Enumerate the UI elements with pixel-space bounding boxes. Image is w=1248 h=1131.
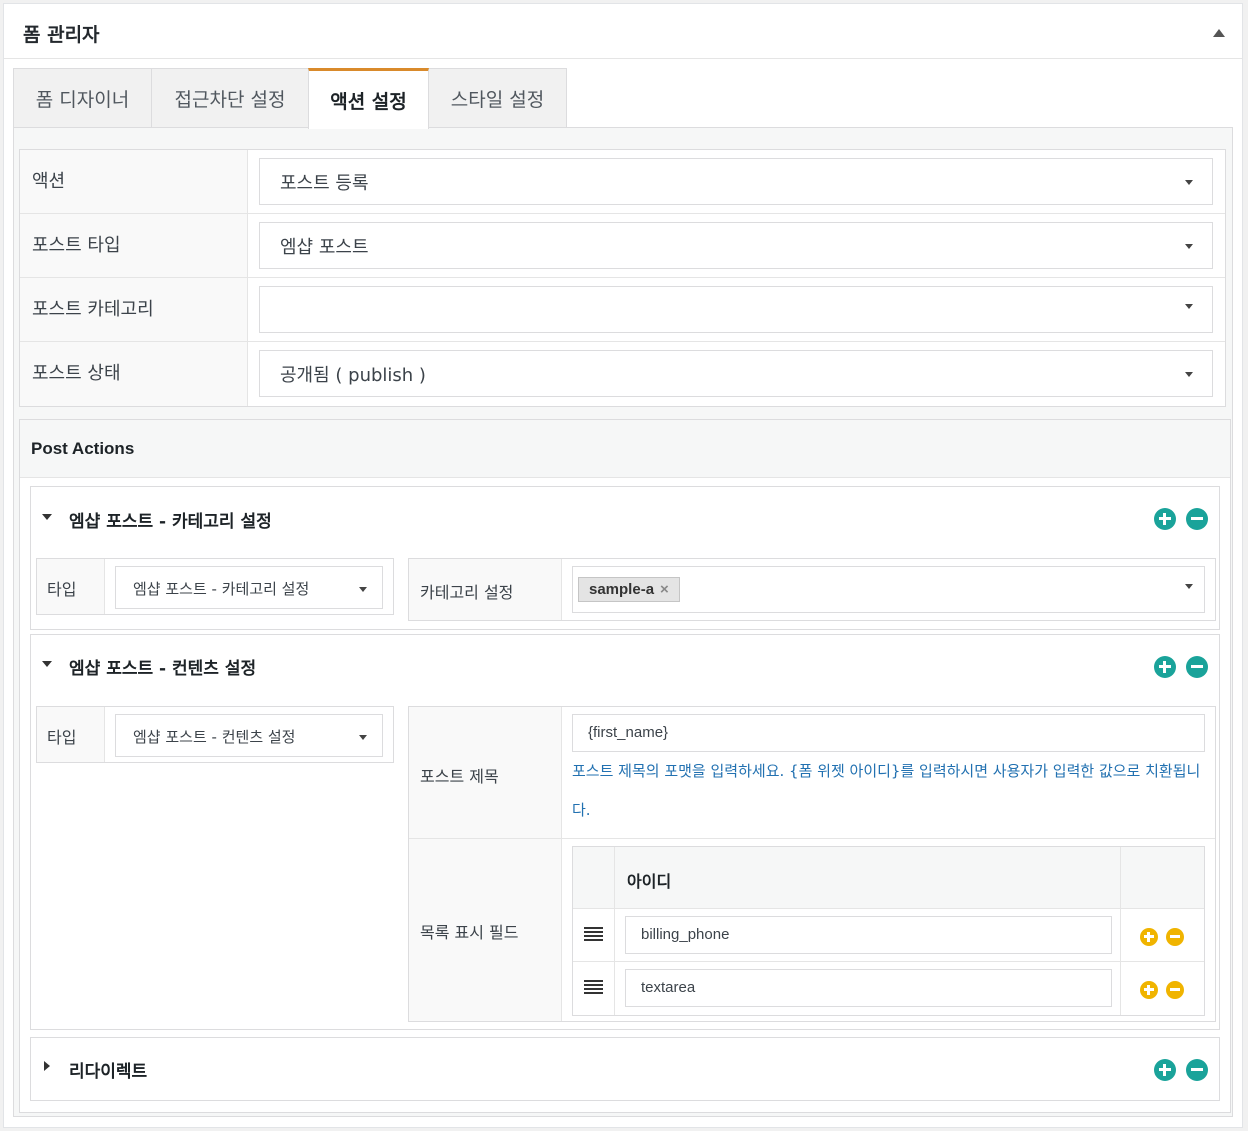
collapse-up-icon[interactable] <box>1213 29 1225 37</box>
post-title-hint: 포스트 제목의 포맷을 입력하세요. {폼 위젯 아이디}를 입력하시면 사용자… <box>572 762 1201 819</box>
dropdown-caret-icon <box>1185 584 1193 589</box>
add-circle-icon[interactable] <box>1154 508 1176 530</box>
settings-row-action: 액션 포스트 등록 <box>20 150 1225 214</box>
add-circle-icon[interactable] <box>1140 928 1158 946</box>
type-label: 타입 <box>37 707 105 762</box>
category-multiselect[interactable]: sample-a × <box>572 566 1205 613</box>
post-title-label: 포스트 제목 <box>409 707 562 838</box>
tag-remove-icon[interactable]: × <box>660 581 669 598</box>
settings-table: 액션 포스트 등록 포스트 타입 엠샵 포스트 포스트 카테고리 포스트 상태 … <box>19 149 1226 407</box>
action-select[interactable]: 포스트 등록 <box>259 158 1213 205</box>
tab-bar: 폼 디자이너 접근차단 설정 액션 설정 스타일 설정 <box>13 68 1233 129</box>
drag-handle-icon[interactable] <box>573 909 615 961</box>
post-category-select[interactable] <box>259 286 1213 333</box>
remove-circle-icon[interactable] <box>1186 656 1208 678</box>
content-action-box: 엠샵 포스트 - 컨텐츠 설정 타입 엠샵 포스트 - 컨텐츠 설정 포스트 제… <box>30 634 1220 1030</box>
list-fields-table: 아이디 billing_phone textarea <box>572 846 1205 1016</box>
post-actions-title: Post Actions <box>20 420 1230 478</box>
redirect-box-title: 리다이렉트 <box>69 1062 148 1082</box>
tab-form-designer[interactable]: 폼 디자이너 <box>13 68 152 128</box>
form-manager-panel: 폼 관리자 폼 디자이너 접근차단 설정 액션 설정 스타일 설정 액션 포스트… <box>3 3 1243 1128</box>
content-type-select[interactable]: 엠샵 포스트 - 컨텐츠 설정 <box>115 714 383 757</box>
content-setting-table: 포스트 제목 {first_name} 포스트 제목의 포맷을 입력하세요. {… <box>408 706 1216 1022</box>
add-circle-icon[interactable] <box>1154 656 1176 678</box>
remove-circle-icon[interactable] <box>1186 1059 1208 1081</box>
add-circle-icon[interactable] <box>1140 981 1158 999</box>
dropdown-caret-icon <box>1185 372 1193 377</box>
list-fields-label: 목록 표시 필드 <box>409 839 562 1021</box>
list-field-row: textarea <box>573 962 1204 1015</box>
dropdown-caret-icon <box>359 587 367 592</box>
post-status-label: 포스트 상태 <box>20 342 248 406</box>
tab-style-settings[interactable]: 스타일 설정 <box>428 68 567 128</box>
tab-access-block[interactable]: 접근차단 설정 <box>151 68 309 128</box>
list-header-id: 아이디 <box>615 847 1121 908</box>
category-action-box: 엠샵 포스트 - 카테고리 설정 타입 엠샵 포스트 - 카테고리 설정 카테고… <box>30 486 1220 630</box>
list-field-input[interactable]: textarea <box>625 969 1112 1007</box>
settings-row-post-category: 포스트 카테고리 <box>20 278 1225 342</box>
action-select-value: 포스트 등록 <box>280 173 369 194</box>
content-type-table: 타입 엠샵 포스트 - 컨텐츠 설정 <box>36 706 394 763</box>
category-setting-table: 카테고리 설정 sample-a × <box>408 558 1216 621</box>
expand-triangle-icon[interactable] <box>44 1061 50 1071</box>
post-title-input[interactable]: {first_name} <box>572 714 1205 752</box>
category-type-table: 타입 엠샵 포스트 - 카테고리 설정 <box>36 558 394 615</box>
list-fields-header: 아이디 <box>573 847 1204 909</box>
post-category-label: 포스트 카테고리 <box>20 278 248 341</box>
settings-row-post-type: 포스트 타입 엠샵 포스트 <box>20 214 1225 278</box>
panel-title: 폼 관리자 <box>23 24 100 46</box>
remove-circle-icon[interactable] <box>1166 928 1184 946</box>
category-tag: sample-a × <box>578 577 680 602</box>
drag-handle-icon[interactable] <box>573 962 615 1015</box>
post-type-select[interactable]: 엠샵 포스트 <box>259 222 1213 269</box>
category-box-title: 엠샵 포스트 - 카테고리 설정 <box>69 512 272 532</box>
action-settings-panel: 액션 포스트 등록 포스트 타입 엠샵 포스트 포스트 카테고리 포스트 상태 … <box>13 127 1233 1117</box>
settings-row-post-status: 포스트 상태 공개됨 ( publish ) <box>20 342 1225 406</box>
content-type-value: 엠샵 포스트 - 컨텐츠 설정 <box>133 728 296 746</box>
type-label: 타입 <box>37 559 105 614</box>
redirect-action-box: 리다이렉트 <box>30 1037 1220 1101</box>
post-status-select[interactable]: 공개됨 ( publish ) <box>259 350 1213 397</box>
post-status-select-value: 공개됨 ( publish ) <box>280 365 426 386</box>
post-actions-box: Post Actions 엠샵 포스트 - 카테고리 설정 타입 엠샵 포스트 … <box>19 419 1231 1113</box>
remove-circle-icon[interactable] <box>1186 508 1208 530</box>
collapse-triangle-icon[interactable] <box>42 514 52 520</box>
category-type-select[interactable]: 엠샵 포스트 - 카테고리 설정 <box>115 566 383 609</box>
content-box-title: 엠샵 포스트 - 컨텐츠 설정 <box>69 659 257 679</box>
panel-header: 폼 관리자 <box>4 4 1242 59</box>
action-label: 액션 <box>20 150 248 213</box>
tab-action-settings[interactable]: 액션 설정 <box>308 68 429 129</box>
collapse-triangle-icon[interactable] <box>42 661 52 667</box>
dropdown-caret-icon <box>1185 244 1193 249</box>
dropdown-caret-icon <box>1185 180 1193 185</box>
post-type-select-value: 엠샵 포스트 <box>280 237 369 258</box>
dropdown-caret-icon <box>359 735 367 740</box>
dropdown-caret-icon <box>1185 304 1193 309</box>
post-type-label: 포스트 타입 <box>20 214 248 277</box>
list-field-input[interactable]: billing_phone <box>625 916 1112 954</box>
category-setting-label: 카테고리 설정 <box>409 559 562 620</box>
category-type-value: 엠샵 포스트 - 카테고리 설정 <box>133 580 310 598</box>
list-field-row: billing_phone <box>573 909 1204 962</box>
category-tag-label: sample-a <box>589 581 655 598</box>
remove-circle-icon[interactable] <box>1166 981 1184 999</box>
add-circle-icon[interactable] <box>1154 1059 1176 1081</box>
